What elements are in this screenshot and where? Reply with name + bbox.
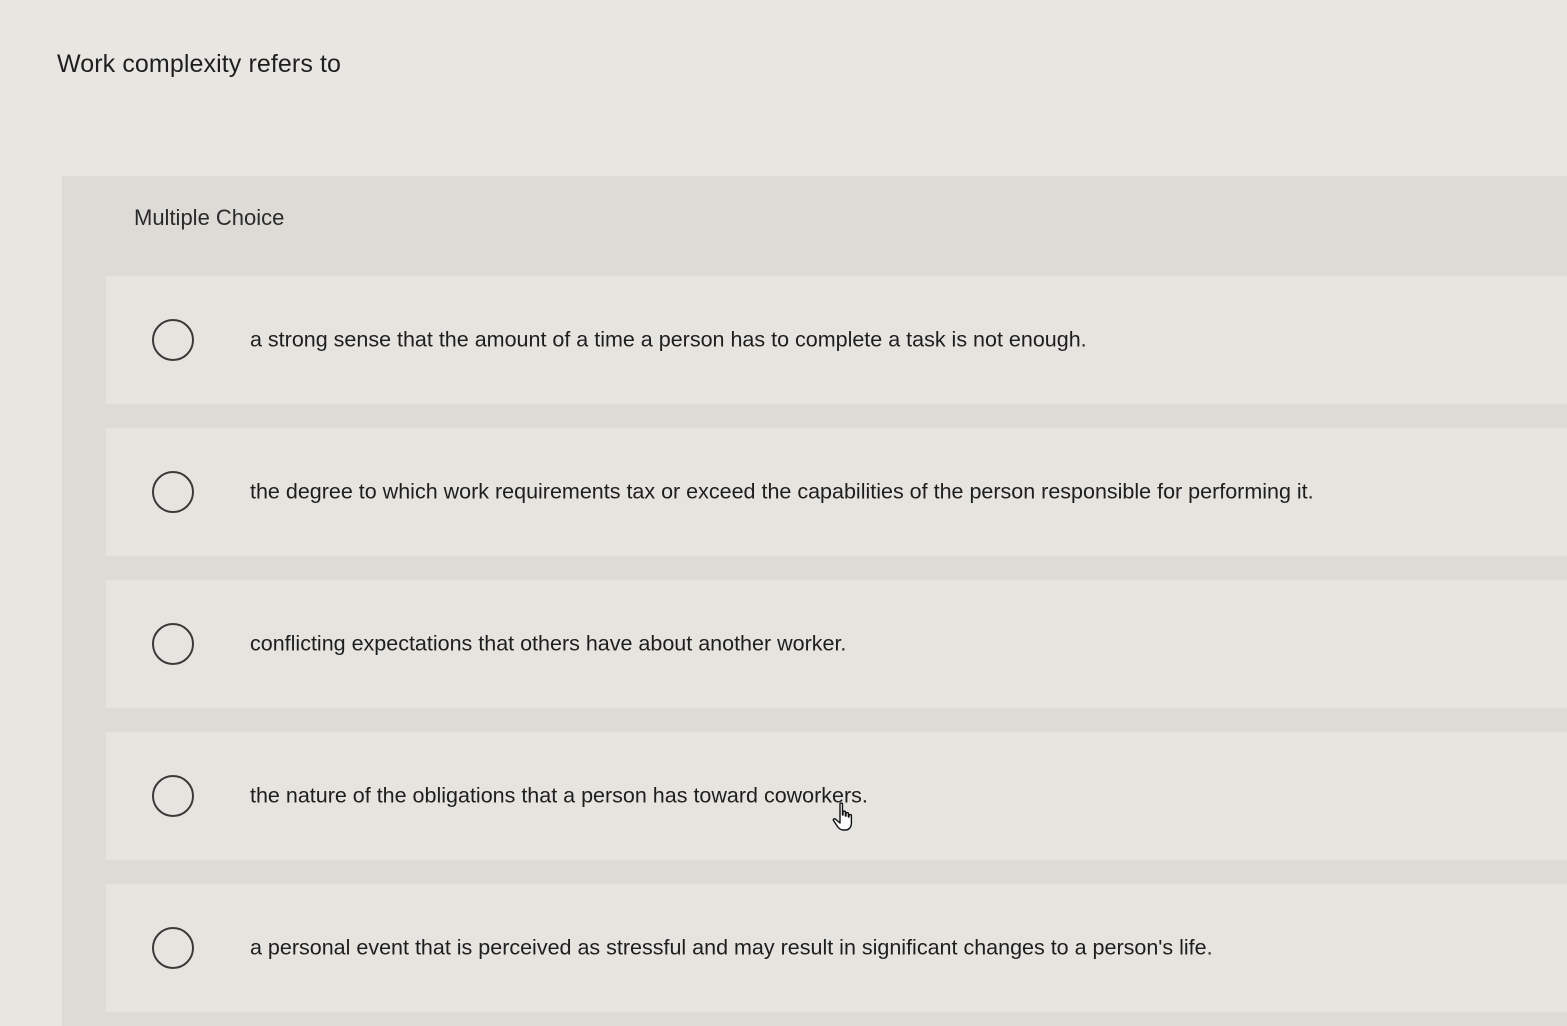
question-prompt: Work complexity refers to	[57, 50, 342, 78]
answer-option[interactable]: a strong sense that the amount of a time…	[106, 276, 1567, 404]
answer-option-label[interactable]: the degree to which work requirements ta…	[250, 480, 1314, 505]
answer-option-label[interactable]: a strong sense that the amount of a time…	[250, 328, 1087, 353]
radio-button-icon[interactable]	[152, 471, 194, 513]
answer-option[interactable]: a personal event that is perceived as st…	[106, 884, 1567, 1012]
answer-option[interactable]: the degree to which work requirements ta…	[106, 428, 1567, 556]
question-type-label: Multiple Choice	[134, 205, 285, 230]
answer-option-label[interactable]: conflicting expectations that others hav…	[250, 632, 846, 657]
radio-button-icon[interactable]	[152, 775, 194, 817]
answer-options-list: a strong sense that the amount of a time…	[106, 276, 1567, 1012]
panel-header: Multiple Choice	[62, 176, 1567, 262]
radio-button-icon[interactable]	[152, 927, 194, 969]
radio-button-icon[interactable]	[152, 623, 194, 665]
multiple-choice-panel: Multiple Choice a strong sense that the …	[62, 176, 1567, 1026]
hand-pointer-cursor-icon	[832, 802, 853, 831]
answer-option[interactable]: conflicting expectations that others hav…	[106, 580, 1567, 708]
answer-option[interactable]: the nature of the obligations that a per…	[106, 732, 1567, 860]
answer-option-label[interactable]: the nature of the obligations that a per…	[250, 784, 868, 809]
answer-option-label[interactable]: a personal event that is perceived as st…	[250, 936, 1213, 961]
radio-button-icon[interactable]	[152, 319, 194, 361]
